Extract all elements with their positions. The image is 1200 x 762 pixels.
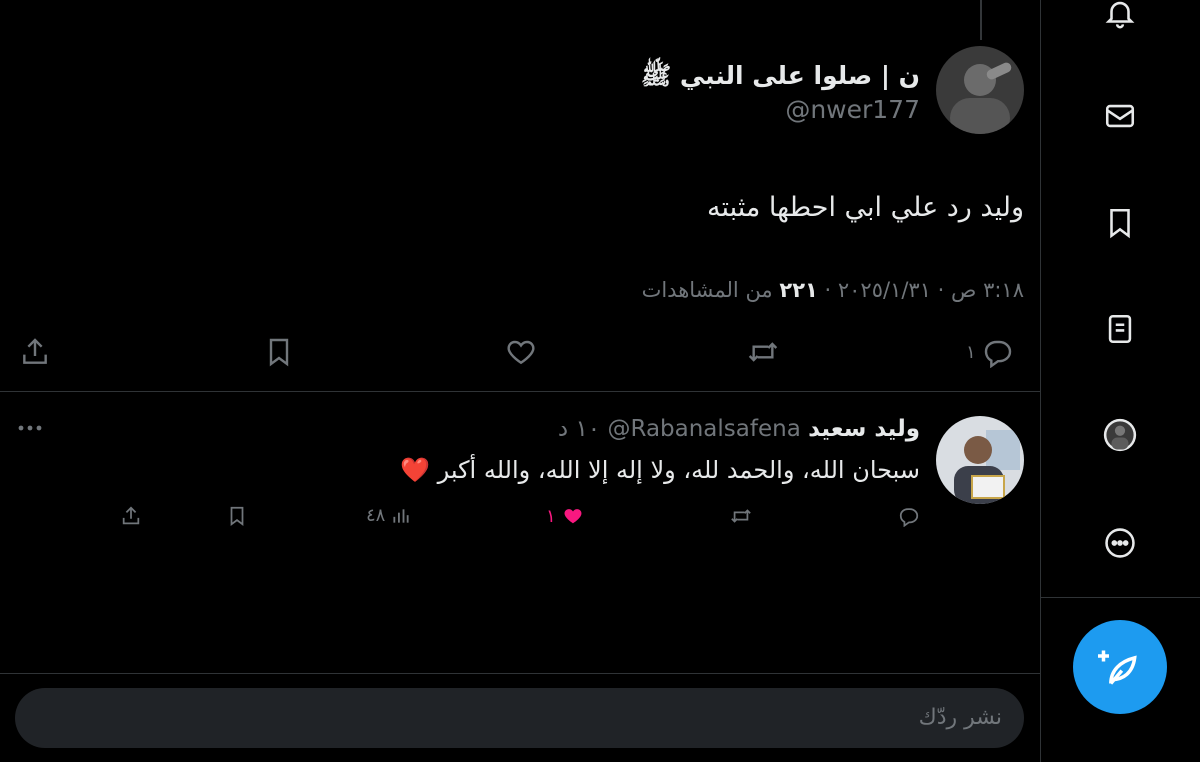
liked-heart-icon	[564, 509, 582, 524]
retweet-action[interactable]	[746, 336, 780, 368]
reply-action[interactable]: ١	[966, 336, 1014, 368]
main-column: ن | صلوا على النبي ﷺ @nwer177 وليد رد عل…	[0, 0, 1040, 762]
reply-box-divider	[0, 673, 1040, 674]
tweet-timestamp[interactable]: ٣:١٨ ص · ٢٠٢٥/١/٣١ ·	[825, 278, 1024, 302]
bookmark-icon	[269, 338, 289, 367]
reply-like-action[interactable]: ١	[546, 505, 584, 527]
reply-input[interactable]: نشر ردّك	[15, 688, 1024, 748]
retweet-icon	[731, 509, 751, 523]
bookmark-icon	[230, 506, 244, 526]
reply-more-button[interactable]	[16, 418, 44, 444]
reply-icon	[899, 508, 919, 527]
share-icon	[23, 338, 47, 364]
author-name[interactable]: ن | صلوا على النبي ﷺ	[641, 60, 920, 97]
reply-time[interactable]: ١٠ د	[558, 416, 600, 442]
reply-header: وليد سعيد @Rabanalsafena ١٠ د	[558, 416, 920, 442]
compose-button[interactable]	[1073, 620, 1167, 714]
author-avatar[interactable]	[936, 46, 1024, 134]
like-icon	[507, 340, 535, 365]
views-label: من المشاهدات	[641, 278, 773, 302]
reply-text: سبحان الله، والحمد لله، ولا إله إلا الله…	[400, 456, 920, 484]
compose-icon	[1098, 650, 1137, 685]
reply-share-action[interactable]	[120, 505, 142, 527]
reply-view-count: ٤٨	[366, 505, 386, 526]
reply-author-name[interactable]: وليد سعيد	[808, 416, 920, 442]
reply-author-avatar[interactable]	[936, 416, 1024, 504]
notifications-icon[interactable]	[1100, 0, 1140, 33]
like-action[interactable]	[505, 336, 537, 368]
reply-count: ١	[966, 341, 976, 363]
lists-icon[interactable]	[1100, 309, 1140, 349]
reply-bookmark-action[interactable]	[226, 505, 248, 527]
views-count: ٢٢١	[779, 278, 818, 302]
author-handle[interactable]: @nwer177	[785, 95, 920, 124]
rail-divider	[1040, 597, 1200, 598]
reply-author-handle[interactable]: @Rabanalsafena	[607, 416, 800, 442]
more-icon[interactable]	[1100, 523, 1140, 563]
tweet-meta: ٣:١٨ ص · ٢٠٢٥/١/٣١ · ٢٢١ من المشاهدات	[642, 278, 1024, 302]
reply-like-count: ١	[546, 505, 556, 527]
analytics-icon	[393, 508, 409, 523]
reply-views-action[interactable]: ٤٨	[366, 505, 411, 526]
messages-icon[interactable]	[1100, 96, 1140, 136]
tweet-divider	[0, 391, 1040, 392]
bookmark-action[interactable]	[263, 336, 295, 368]
bookmarks-icon[interactable]	[1100, 203, 1140, 243]
share-action[interactable]	[19, 336, 51, 368]
reply-retweet-action[interactable]	[729, 505, 753, 527]
tweet-text: وليد رد علي ابي احطها مثبته	[706, 192, 1024, 223]
profile-avatar[interactable]	[1100, 415, 1140, 455]
reply-input-placeholder: نشر ردّك	[918, 705, 1002, 730]
reply-icon	[984, 340, 1011, 368]
more-horizontal-icon	[18, 425, 42, 431]
retweet-icon	[748, 342, 778, 362]
share-icon	[122, 506, 140, 525]
thread-connector-line	[980, 0, 982, 40]
reply-reply-action[interactable]	[898, 505, 920, 527]
